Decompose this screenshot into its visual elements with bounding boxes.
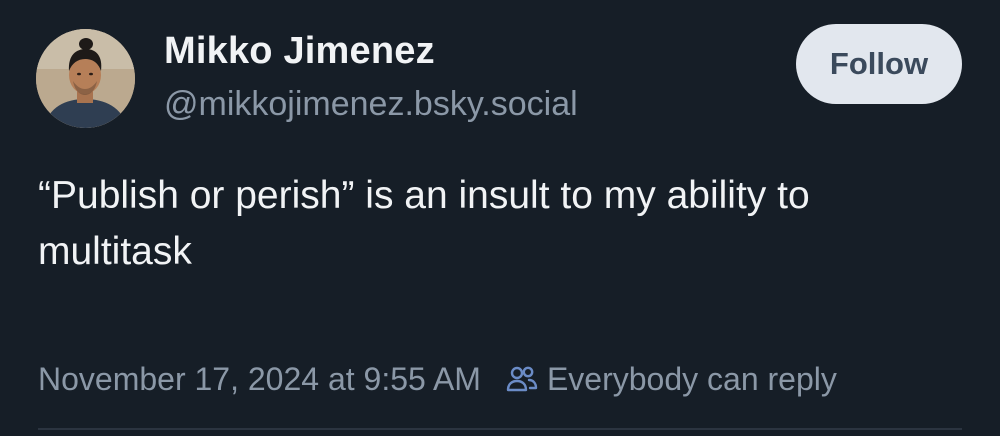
follow-button[interactable]: Follow [796, 24, 962, 104]
divider [38, 428, 962, 430]
post-card: Mikko Jimenez @mikkojimenez.bsky.social … [0, 0, 1000, 436]
post-meta: November 17, 2024 at 9:55 AM Everybody c… [38, 357, 837, 401]
reply-setting-label: Everybody can reply [546, 360, 837, 397]
post-text: “Publish or perish” is an insult to my a… [38, 174, 810, 273]
people-icon [505, 362, 539, 396]
avatar-photo [36, 29, 135, 128]
avatar[interactable] [36, 29, 135, 128]
author-display-name[interactable]: Mikko Jimenez [164, 30, 435, 73]
post-timestamp: November 17, 2024 at 9:55 AM [38, 360, 481, 397]
reply-setting[interactable]: Everybody can reply [505, 361, 837, 398]
author-handle[interactable]: @mikkojimenez.bsky.social [164, 85, 578, 124]
